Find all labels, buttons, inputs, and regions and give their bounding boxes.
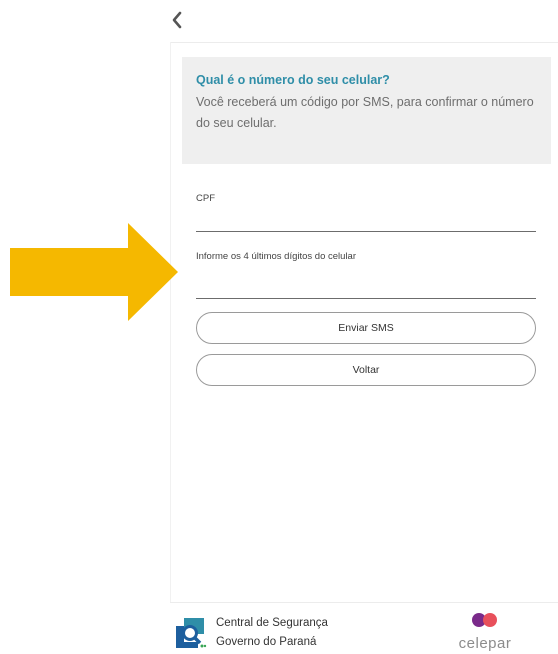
org-name-line1: Central de Segurança bbox=[216, 617, 328, 629]
back-button[interactable] bbox=[166, 8, 188, 32]
cpf-label: CPF bbox=[196, 193, 215, 204]
chevron-left-icon bbox=[172, 11, 182, 29]
send-sms-button[interactable]: Enviar SMS bbox=[196, 312, 536, 344]
info-title: Qual é o número do seu celular? bbox=[196, 73, 390, 87]
phone-digits-input[interactable] bbox=[196, 274, 536, 299]
arrow-right-icon bbox=[10, 223, 178, 321]
back-text-button[interactable]: Voltar bbox=[196, 354, 536, 386]
celepar-logo: celepar bbox=[440, 612, 530, 652]
celepar-dots-icon bbox=[472, 613, 497, 627]
info-box: Qual é o número do seu celular? Você rec… bbox=[182, 57, 551, 164]
phone-digits-label: Informe os 4 últimos dígitos do celular bbox=[196, 251, 356, 262]
org-name-line2: Governo do Paraná bbox=[216, 636, 317, 648]
celepar-wordmark: celepar bbox=[458, 635, 512, 652]
central-seguranca-icon bbox=[176, 618, 207, 648]
central-seguranca-logo: Central de Segurança Governo do Paraná bbox=[174, 614, 328, 652]
footer-divider bbox=[170, 602, 558, 603]
top-divider bbox=[170, 42, 558, 43]
panel-border bbox=[170, 42, 171, 602]
cpf-input[interactable] bbox=[196, 207, 536, 232]
info-text: Você receberá um código por SMS, para co… bbox=[196, 95, 534, 130]
